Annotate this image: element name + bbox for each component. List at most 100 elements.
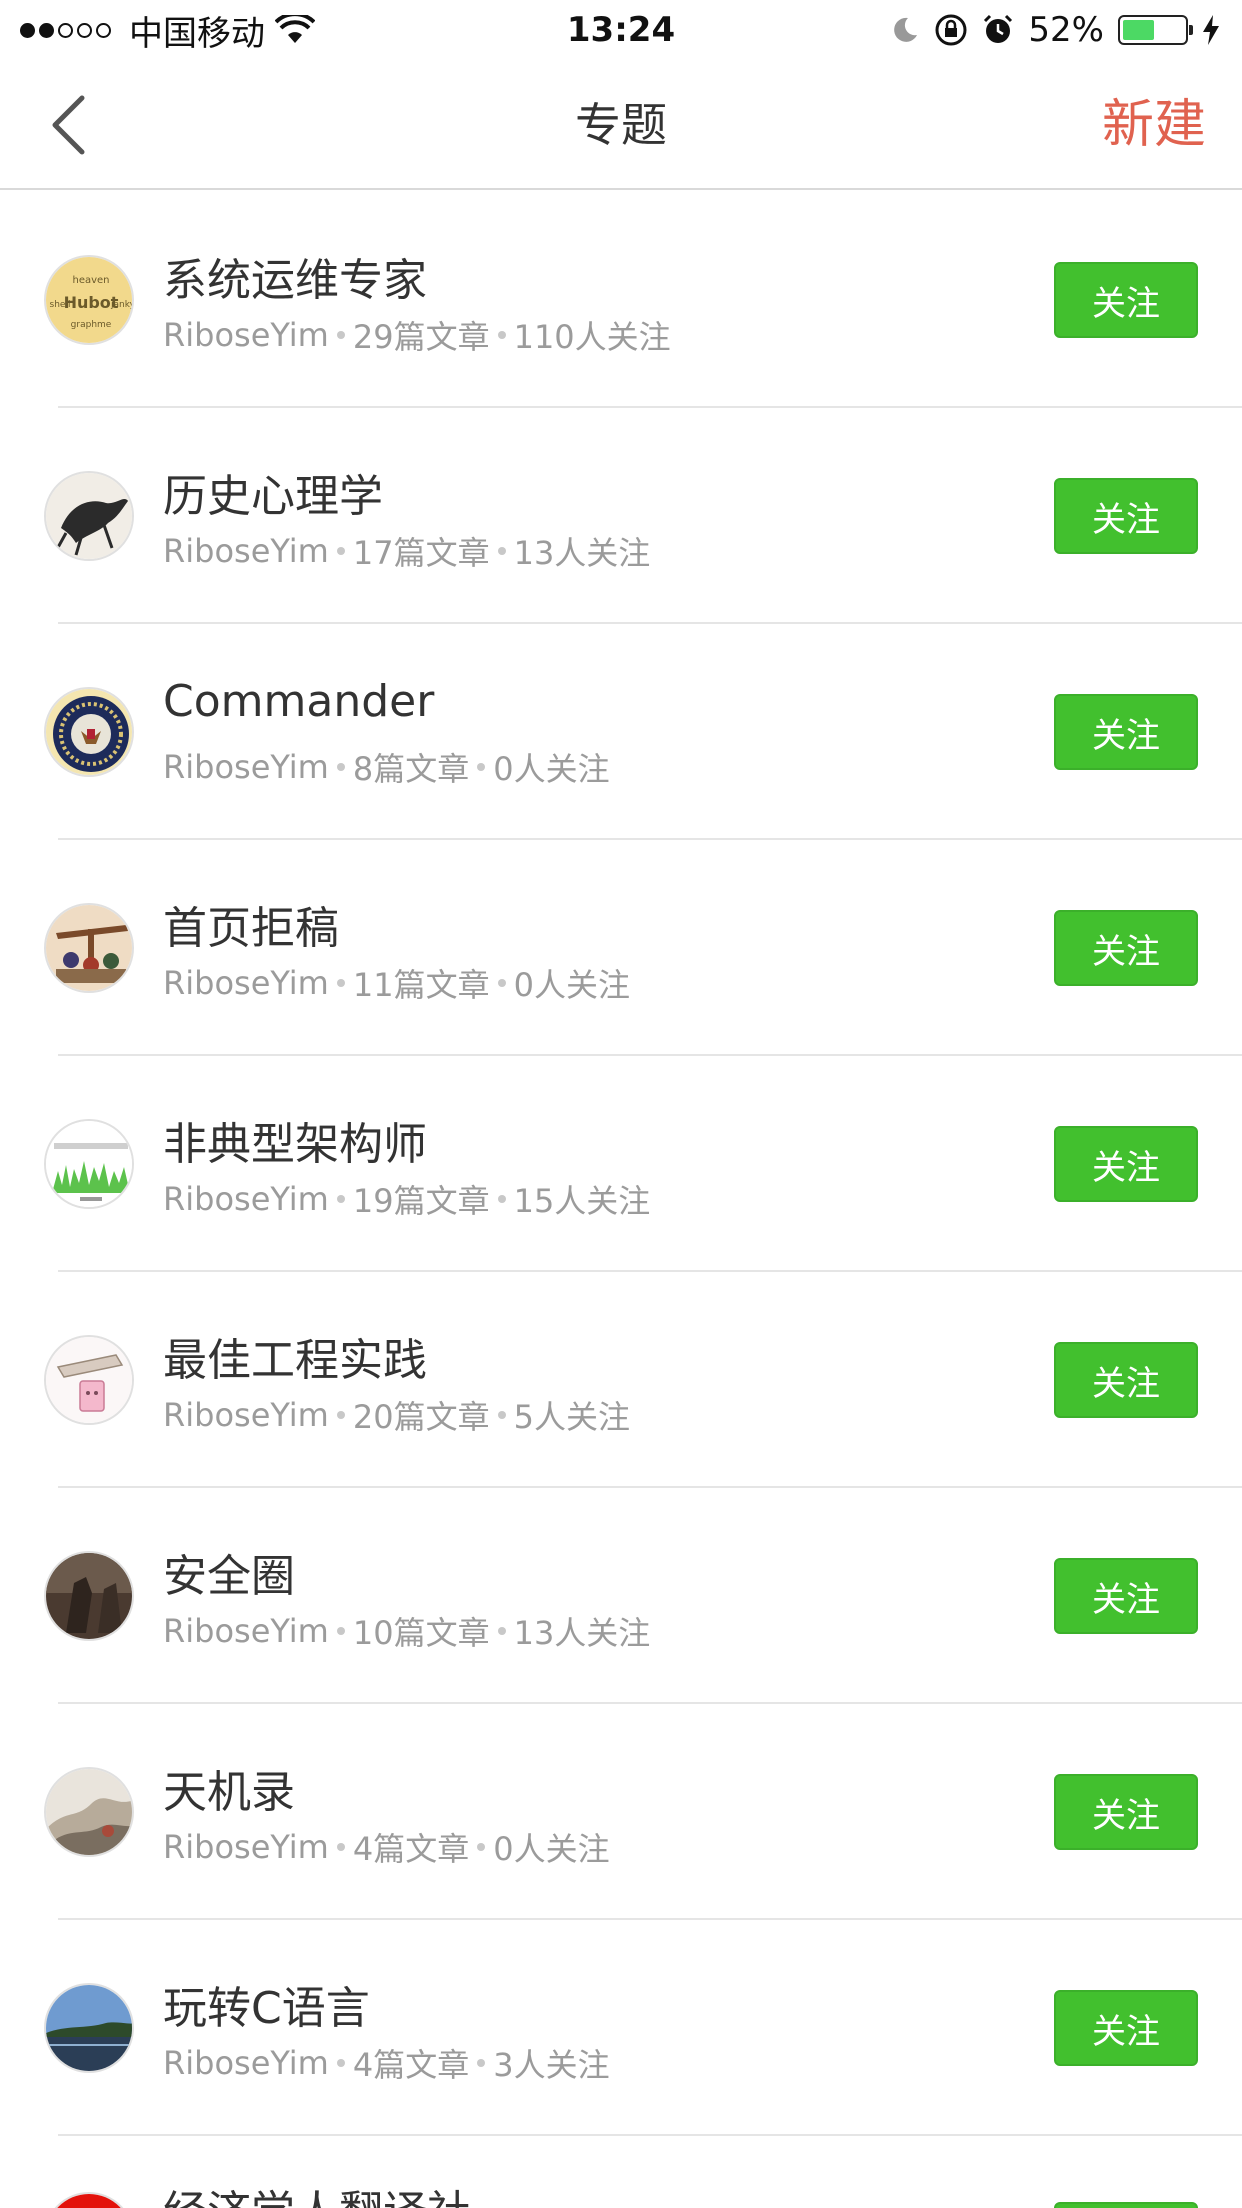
list-item[interactable]: 非典型架构师 RiboseYim 19篇文章 15人关注 关注 <box>0 1056 1242 1272</box>
collection-meta: RiboseYim 11篇文章 0人关注 <box>163 960 630 1006</box>
status-right: 52% <box>890 0 1220 60</box>
avatar <box>44 1551 134 1641</box>
separator-dot <box>336 979 345 987</box>
separator-dot <box>336 547 345 555</box>
article-count: 10篇文章 <box>352 1614 490 1652</box>
author-name: RiboseYim <box>163 1396 329 1434</box>
follow-button[interactable]: 关注 <box>1054 1990 1198 2066</box>
list-item[interactable]: 最佳工程实践 RiboseYim 20篇文章 5人关注 关注 <box>0 1272 1242 1488</box>
collection-title: Commander <box>163 676 435 727</box>
author-name: RiboseYim <box>163 316 329 354</box>
app-screen: 中国移动 13:24 52% 专题 新建 heaven shell Hubot … <box>0 0 1242 2208</box>
follower-count: 0人关注 <box>493 1830 610 1868</box>
collection-meta: RiboseYim 29篇文章 110人关注 <box>163 312 671 358</box>
author-name: RiboseYim <box>163 964 329 1002</box>
separator-dot <box>497 1627 506 1635</box>
collection-meta: RiboseYim 8篇文章 0人关注 <box>163 744 610 790</box>
article-count: 4篇文章 <box>352 2046 470 2084</box>
collection-title: 首页拒稿 <box>163 903 339 954</box>
avatar <box>44 1983 134 2073</box>
separator-dot <box>477 1843 486 1851</box>
follow-button[interactable]: 关注 <box>1054 1126 1198 1202</box>
author-name: RiboseYim <box>163 1828 329 1866</box>
author-name: RiboseYim <box>163 1180 329 1218</box>
separator-dot <box>336 1195 345 1203</box>
follow-button[interactable]: 关注 <box>1054 694 1198 770</box>
list-item-partial[interactable]: 经济学人翻译社 <box>0 2136 1242 2208</box>
separator-dot <box>336 331 345 339</box>
collection-title: 最佳工程实践 <box>163 1335 427 1386</box>
collection-title: 玩转C语言 <box>163 1983 370 2034</box>
avatar <box>44 1119 134 1209</box>
collection-title: 经济学人翻译社 <box>163 2176 471 2208</box>
article-count: 29篇文章 <box>352 318 490 356</box>
list-item[interactable]: 安全圈 RiboseYim 10篇文章 13人关注 关注 <box>0 1488 1242 1704</box>
charging-bolt-icon <box>1203 15 1219 45</box>
list-item[interactable]: 玩转C语言 RiboseYim 4篇文章 3人关注 关注 <box>0 1920 1242 2136</box>
collection-meta: RiboseYim 20篇文章 5人关注 <box>163 1392 630 1438</box>
moon-icon <box>894 17 918 42</box>
svg-text:graphme: graphme <box>71 320 112 330</box>
article-count: 20篇文章 <box>352 1398 490 1436</box>
list-item[interactable]: 首页拒稿 RiboseYim 11篇文章 0人关注 关注 <box>0 840 1242 1056</box>
article-count: 8篇文章 <box>352 750 470 788</box>
collection-title: 安全圈 <box>163 1551 295 1602</box>
list-item[interactable]: heaven shell Hubot janky graphme 系统运维专家 … <box>0 192 1242 408</box>
collection-list: heaven shell Hubot janky graphme 系统运维专家 … <box>0 192 1242 2136</box>
svg-text:heaven: heaven <box>72 275 109 286</box>
article-count: 4篇文章 <box>352 1830 470 1868</box>
avatar <box>44 903 134 993</box>
separator-dot <box>497 547 506 555</box>
avatar <box>44 2192 134 2208</box>
battery-percent: 52% <box>1028 10 1104 50</box>
separator-dot <box>336 1411 345 1419</box>
separator-dot <box>477 763 486 771</box>
follow-button[interactable] <box>1054 2202 1198 2208</box>
follow-button[interactable]: 关注 <box>1054 910 1198 986</box>
follower-count: 0人关注 <box>493 750 610 788</box>
separator-dot <box>336 1843 345 1851</box>
separator-dot <box>336 763 345 771</box>
battery-icon <box>1118 15 1193 45</box>
list-item[interactable]: 历史心理学 RiboseYim 17篇文章 13人关注 关注 <box>0 408 1242 624</box>
follow-button[interactable]: 关注 <box>1054 478 1198 554</box>
separator-dot <box>497 1411 506 1419</box>
collection-title: 系统运维专家 <box>163 255 427 306</box>
follower-count: 13人关注 <box>513 534 651 572</box>
list-item[interactable]: 天机录 RiboseYim 4篇文章 0人关注 关注 <box>0 1704 1242 1920</box>
avatar <box>44 471 134 561</box>
navigation-bar: 专题 新建 <box>0 60 1242 190</box>
new-collection-button[interactable]: 新建 <box>1102 60 1206 190</box>
svg-text:janky: janky <box>110 300 134 310</box>
collection-title: 历史心理学 <box>163 471 383 522</box>
article-count: 17篇文章 <box>352 534 490 572</box>
follower-count: 15人关注 <box>513 1182 651 1220</box>
separator-dot <box>336 2059 345 2067</box>
battery-fill <box>1123 20 1155 40</box>
follow-button[interactable]: 关注 <box>1054 1558 1198 1634</box>
collection-meta: RiboseYim 19篇文章 15人关注 <box>163 1176 650 1222</box>
author-name: RiboseYim <box>163 748 329 786</box>
separator-dot <box>497 331 506 339</box>
collection-meta: RiboseYim 4篇文章 3人关注 <box>163 2040 610 2086</box>
author-name: RiboseYim <box>163 1612 329 1650</box>
alarm-icon <box>984 14 1013 43</box>
rotation-lock-icon <box>935 14 967 46</box>
list-item[interactable]: Commander RiboseYim 8篇文章 0人关注 关注 <box>0 624 1242 840</box>
separator-dot <box>497 1195 506 1203</box>
separator-dot <box>336 1627 345 1635</box>
follower-count: 3人关注 <box>493 2046 610 2084</box>
follow-button[interactable]: 关注 <box>1054 1342 1198 1418</box>
follower-count: 13人关注 <box>513 1614 651 1652</box>
follow-button[interactable]: 关注 <box>1054 262 1198 338</box>
follow-button[interactable]: 关注 <box>1054 1774 1198 1850</box>
page-title: 专题 <box>575 98 667 152</box>
collection-title: 天机录 <box>163 1767 295 1818</box>
follower-count: 5人关注 <box>513 1398 630 1436</box>
collection-meta: RiboseYim 4篇文章 0人关注 <box>163 1824 610 1870</box>
collection-meta: RiboseYim 10篇文章 13人关注 <box>163 1608 650 1654</box>
avatar <box>44 1335 134 1425</box>
avatar: heaven shell Hubot janky graphme <box>44 255 134 345</box>
separator-dot <box>497 979 506 987</box>
article-count: 19篇文章 <box>352 1182 490 1220</box>
